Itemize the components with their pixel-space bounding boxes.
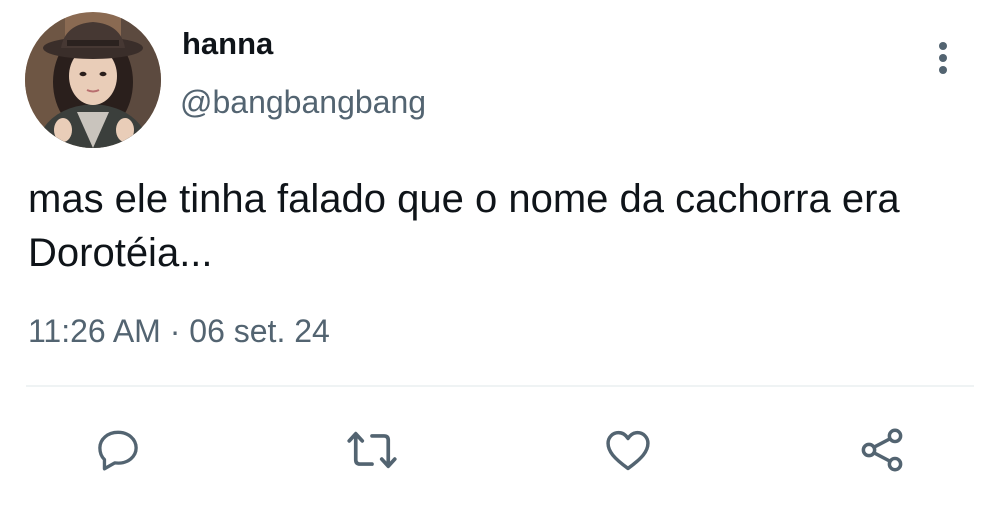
like-button[interactable]	[598, 420, 658, 480]
reply-icon	[98, 430, 138, 471]
heart-icon	[606, 430, 650, 471]
share-icon	[861, 428, 903, 472]
retweet-icon	[347, 431, 397, 469]
share-button[interactable]	[852, 420, 912, 480]
reply-button[interactable]	[88, 420, 148, 480]
divider	[26, 385, 974, 387]
tweet-card: hanna @bangbangbang mas ele tinha falado…	[0, 0, 1000, 510]
display-name[interactable]: hanna	[182, 26, 273, 62]
more-vertical-icon	[939, 42, 947, 74]
tweet-text: mas ele tinha falado que o nome da cacho…	[28, 177, 900, 275]
avatar-image	[25, 12, 161, 148]
more-options-button[interactable]	[928, 38, 958, 78]
avatar[interactable]	[25, 12, 161, 148]
tweet-time[interactable]: 11:26 AM	[28, 313, 161, 349]
user-handle[interactable]: @bangbangbang	[180, 84, 426, 121]
tweet-meta: 11:26 AM · 06 set. 24	[28, 313, 330, 350]
tweet-date[interactable]: 06 set. 24	[189, 313, 330, 349]
meta-separator: ·	[169, 313, 181, 349]
retweet-button[interactable]	[342, 420, 402, 480]
